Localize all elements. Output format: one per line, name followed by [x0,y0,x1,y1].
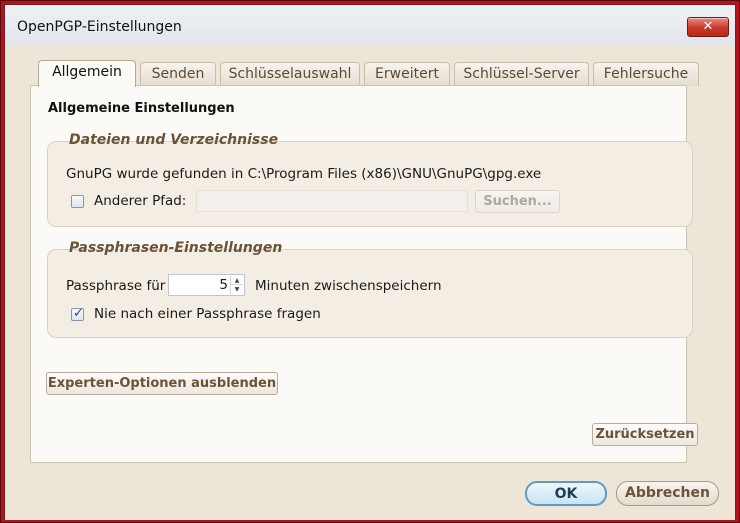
never-ask-checkbox[interactable]: ✓ [71,306,84,321]
files-group-title: Dateien und Verzeichnisse [69,132,279,148]
tab-schluesselauswahl[interactable]: Schlüsselauswahl [220,62,360,86]
title-bar[interactable]: OpenPGP-Einstellungen ✕ [5,5,735,45]
cancel-button[interactable]: Abbrechen [616,481,719,506]
window-title: OpenPGP-Einstellungen [17,19,182,35]
stepper-buttons: ▲ ▼ [230,276,243,294]
passphrase-cache-suffix: Minuten zwischenspeichern [255,278,442,294]
checkmark-icon: ✓ [73,306,84,321]
ok-button[interactable]: OK [525,481,607,506]
stepper-down-icon[interactable]: ▼ [231,285,243,294]
close-icon: ✕ [702,19,714,34]
passphrase-groupbox: Passphrasen-Einstellungen Passphrase für… [47,240,693,338]
tab-panel-allgemein: Allgemeine Einstellungen Dateien und Ver… [30,85,698,463]
passphrase-minutes-value: 5 [219,277,228,293]
browse-button[interactable]: Suchen... [475,190,560,213]
files-groupbox: Dateien und Verzeichnisse GnuPG wurde ge… [47,132,693,227]
dialog-frame: OpenPGP-Einstellungen ✕ Allgemein Senden… [4,4,736,520]
section-heading: Allgemeine Einstellungen [48,101,235,116]
tab-allgemein[interactable]: Allgemein [38,60,136,87]
other-path-label: Anderer Pfad: [94,193,187,209]
passphrase-cache-prefix: Passphrase für [66,278,166,294]
dialog-client-area: Allgemein Senden Schlüsselauswahl Erweit… [5,45,735,520]
close-button[interactable]: ✕ [687,17,729,37]
passphrase-group-title: Passphrasen-Einstellungen [69,240,283,256]
toggle-expert-options-button[interactable]: Experten-Optionen ausblenden [46,372,278,395]
other-path-checkbox[interactable] [71,195,84,208]
dialog-window: OpenPGP-Einstellungen ✕ Allgemein Senden… [0,0,740,523]
tab-schluessel-server[interactable]: Schlüssel-Server [454,62,589,86]
tab-senden[interactable]: Senden [140,62,216,86]
reset-button[interactable]: Zurücksetzen [592,423,698,446]
gpg-found-text: GnuPG wurde gefunden in C:\Program Files… [66,166,542,182]
tab-erweitert[interactable]: Erweitert [364,62,450,86]
tab-fehlersuche[interactable]: Fehlersuche [593,62,699,86]
other-path-input[interactable] [196,190,468,212]
passphrase-minutes-stepper[interactable]: 5 ▲ ▼ [168,274,245,296]
stepper-up-icon[interactable]: ▲ [231,276,243,285]
never-ask-label: Nie nach einer Passphrase fragen [94,306,321,322]
